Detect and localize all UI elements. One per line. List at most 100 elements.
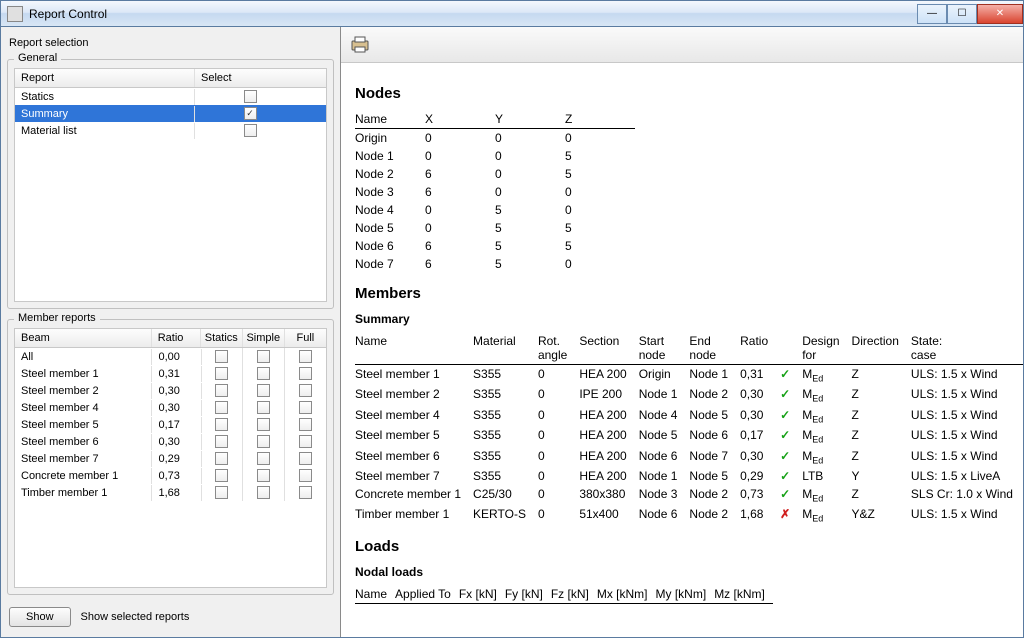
member-row-full-checkbox[interactable] [299,469,312,482]
close-button[interactable]: ✕ [977,4,1023,24]
member-row-ratio: 0,30 [152,383,201,399]
general-col-select[interactable]: Select [195,69,305,87]
member-row-full-checkbox[interactable] [299,384,312,397]
general-col-report[interactable]: Report [15,69,195,87]
nodes-row: Node 2605 [355,165,635,183]
general-row-checkbox[interactable] [244,124,257,137]
members-row: Steel member 4S3550HEA 200Node 4Node 50,… [355,406,1023,426]
loads-table: NameApplied ToFx [kN]Fy [kN]Fz [kN]Mx [k… [355,585,773,604]
members-row: Timber member 1KERTO-S051x400Node 6Node … [355,505,1023,525]
member-row-full-checkbox[interactable] [299,452,312,465]
member-row-full-checkbox[interactable] [299,418,312,431]
maximize-button[interactable]: ☐ [947,4,977,24]
show-button[interactable]: Show [9,607,71,627]
minimize-button[interactable]: — [917,4,947,24]
member-row-beam: Steel member 5 [15,417,152,433]
general-row-name: Statics [15,89,195,105]
member-list[interactable]: All0,00Steel member 10,31Steel member 20… [14,348,327,588]
loads-col: Fy [kN] [505,585,551,604]
member-row-statics-checkbox[interactable] [215,486,228,499]
member-row-beam: Steel member 4 [15,400,152,416]
member-row-simple-checkbox[interactable] [257,418,270,431]
member-row-simple-checkbox[interactable] [257,469,270,482]
member-row-statics-checkbox[interactable] [215,469,228,482]
general-row[interactable]: Statics [15,88,326,105]
member-row-ratio: 0,00 [152,349,201,365]
member-row-ratio: 0,30 [152,434,201,450]
nodes-col: Y [495,110,565,129]
member-row-simple-checkbox[interactable] [257,384,270,397]
nodes-col: Name [355,110,425,129]
member-row-statics-checkbox[interactable] [215,418,228,431]
member-row-simple-checkbox[interactable] [257,435,270,448]
member-col-statics[interactable]: Statics [201,329,243,347]
loads-col: My [kNm] [656,585,715,604]
report-body[interactable]: Nodes NameXYZOrigin000Node 1005Node 2605… [341,63,1023,637]
content-area: Report selection General Report Select S… [1,27,1023,637]
member-row-statics-checkbox[interactable] [215,435,228,448]
member-row[interactable]: All0,00 [15,348,326,365]
member-row-statics-checkbox[interactable] [215,367,228,380]
members-heading: Members [355,285,1009,302]
members-col: Ratio [740,332,780,365]
cross-icon: ✗ [780,507,790,521]
general-list-header: Report Select [14,68,327,88]
member-row-simple-checkbox[interactable] [257,486,270,499]
loads-col: Applied To [395,585,459,604]
member-row-full-checkbox[interactable] [299,486,312,499]
member-row[interactable]: Steel member 50,17 [15,416,326,433]
member-row-simple-checkbox[interactable] [257,367,270,380]
nodes-col: X [425,110,495,129]
member-row-statics-checkbox[interactable] [215,401,228,414]
member-row[interactable]: Timber member 11,68 [15,484,326,501]
loads-heading: Loads [355,538,1009,555]
left-panel: Report selection General Report Select S… [1,27,341,637]
general-row[interactable]: Summary [15,105,326,122]
member-col-ratio[interactable]: Ratio [152,329,201,347]
general-list[interactable]: StaticsSummaryMaterial list [14,88,327,302]
member-row[interactable]: Steel member 40,30 [15,399,326,416]
member-row[interactable]: Steel member 60,30 [15,433,326,450]
general-row-name: Material list [15,123,195,139]
member-row-full-checkbox[interactable] [299,367,312,380]
member-row-beam: Steel member 2 [15,383,152,399]
member-row-simple-checkbox[interactable] [257,401,270,414]
members-col: State:case [911,332,1023,365]
members-col: Endnode [689,332,740,365]
member-col-simple[interactable]: Simple [243,329,285,347]
member-row-ratio: 0,29 [152,451,201,467]
member-row-full-checkbox[interactable] [299,401,312,414]
member-row-full-checkbox[interactable] [299,350,312,363]
member-row-simple-checkbox[interactable] [257,350,270,363]
member-row-full-checkbox[interactable] [299,435,312,448]
members-col: Designfor [802,332,851,365]
member-legend: Member reports [14,312,100,324]
member-col-full[interactable]: Full [285,329,326,347]
show-selected-link[interactable]: Show selected reports [81,611,190,623]
bottom-bar: Show Show selected reports [7,603,334,631]
general-row-checkbox[interactable] [244,90,257,103]
member-row-simple-checkbox[interactable] [257,452,270,465]
members-row: Steel member 2S3550IPE 200Node 1Node 20,… [355,385,1023,405]
member-row-statics-checkbox[interactable] [215,452,228,465]
nodes-row: Node 5055 [355,219,635,237]
print-icon[interactable] [349,35,373,55]
loads-col: Name [355,585,395,604]
member-row[interactable]: Steel member 20,30 [15,382,326,399]
nodes-row: Origin000 [355,129,635,148]
member-row-statics-checkbox[interactable] [215,384,228,397]
member-row-statics-checkbox[interactable] [215,350,228,363]
member-col-beam[interactable]: Beam [15,329,152,347]
nodes-col: Z [565,110,635,129]
member-row[interactable]: Concrete member 10,73 [15,467,326,484]
general-groupbox: General Report Select StaticsSummaryMate… [7,59,334,309]
check-icon: ✓ [780,387,790,401]
general-row-checkbox[interactable] [244,107,257,120]
member-row[interactable]: Steel member 10,31 [15,365,326,382]
general-row[interactable]: Material list [15,122,326,139]
member-row[interactable]: Steel member 70,29 [15,450,326,467]
app-window: Report Control — ☐ ✕ Report selection Ge… [0,0,1024,638]
nodes-heading: Nodes [355,85,1009,102]
general-row-name: Summary [15,106,195,122]
members-col: Startnode [639,332,690,365]
